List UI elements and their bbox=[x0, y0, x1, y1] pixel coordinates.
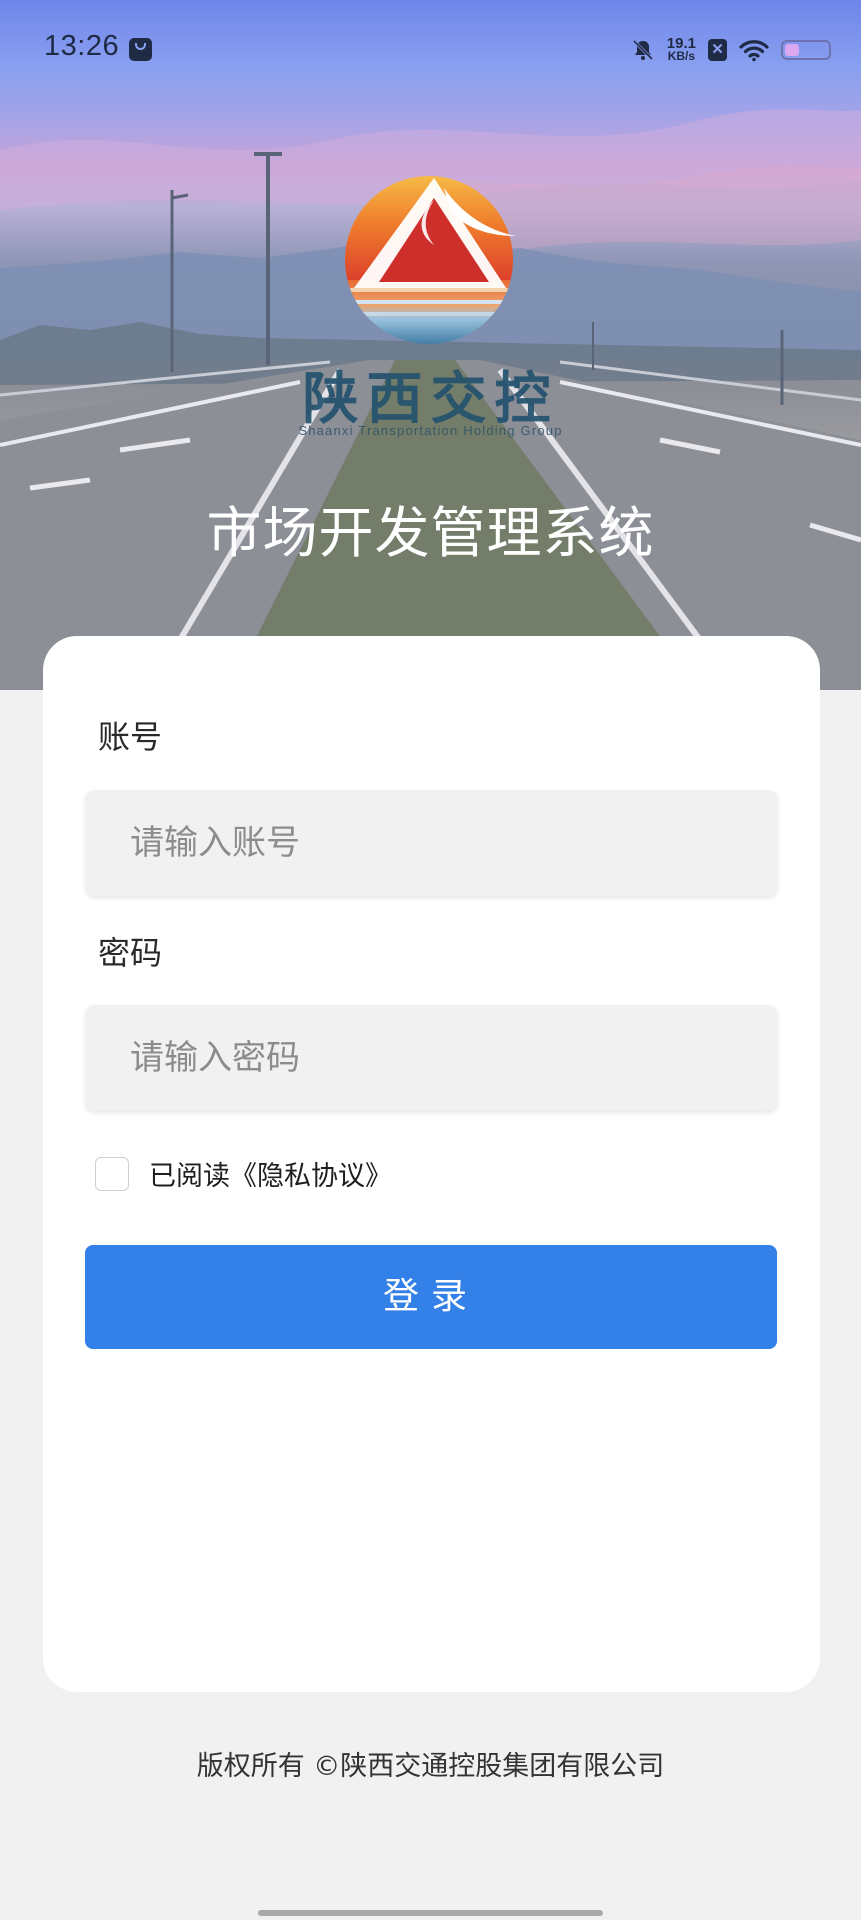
status-bar: 13:26 19.1 KB/s ✕ bbox=[0, 0, 861, 100]
privacy-agreement[interactable]: 已阅读《隐私协议》 bbox=[95, 1154, 392, 1193]
logo-name-en: Shaanxi Transportation Holding Group bbox=[298, 423, 563, 438]
account-field[interactable] bbox=[85, 790, 778, 896]
battery-icon bbox=[781, 40, 831, 60]
home-indicator[interactable] bbox=[258, 1910, 603, 1916]
password-input[interactable] bbox=[85, 1005, 778, 1111]
bell-muted-icon bbox=[632, 39, 653, 61]
password-field[interactable] bbox=[85, 1005, 778, 1111]
copyright-text: 版权所有 ©陕西交通控股集团有限公司 bbox=[196, 1751, 665, 1782]
login-card: 账号 密码 已阅读《隐私协议》 登录 bbox=[43, 636, 820, 1692]
password-label: 密码 bbox=[98, 934, 163, 972]
account-label: 账号 bbox=[98, 718, 163, 756]
app-title: 市场开发管理系统 bbox=[206, 501, 655, 565]
privacy-checkbox[interactable] bbox=[95, 1156, 129, 1191]
account-input[interactable] bbox=[85, 790, 778, 896]
net-speed: 19.1 KB/s bbox=[667, 36, 696, 63]
battery-level bbox=[785, 44, 800, 56]
notification-box-icon: ✕ bbox=[708, 39, 727, 61]
privacy-agreement-text[interactable]: 已阅读《隐私协议》 bbox=[149, 1154, 392, 1193]
wifi-icon bbox=[739, 40, 769, 62]
net-speed-unit: KB/s bbox=[667, 49, 696, 63]
status-time: 13:26 bbox=[44, 30, 120, 62]
status-icons: 19.1 KB/s ✕ bbox=[631, 30, 831, 70]
bag-icon bbox=[129, 38, 152, 61]
login-button[interactable]: 登录 bbox=[85, 1245, 777, 1349]
